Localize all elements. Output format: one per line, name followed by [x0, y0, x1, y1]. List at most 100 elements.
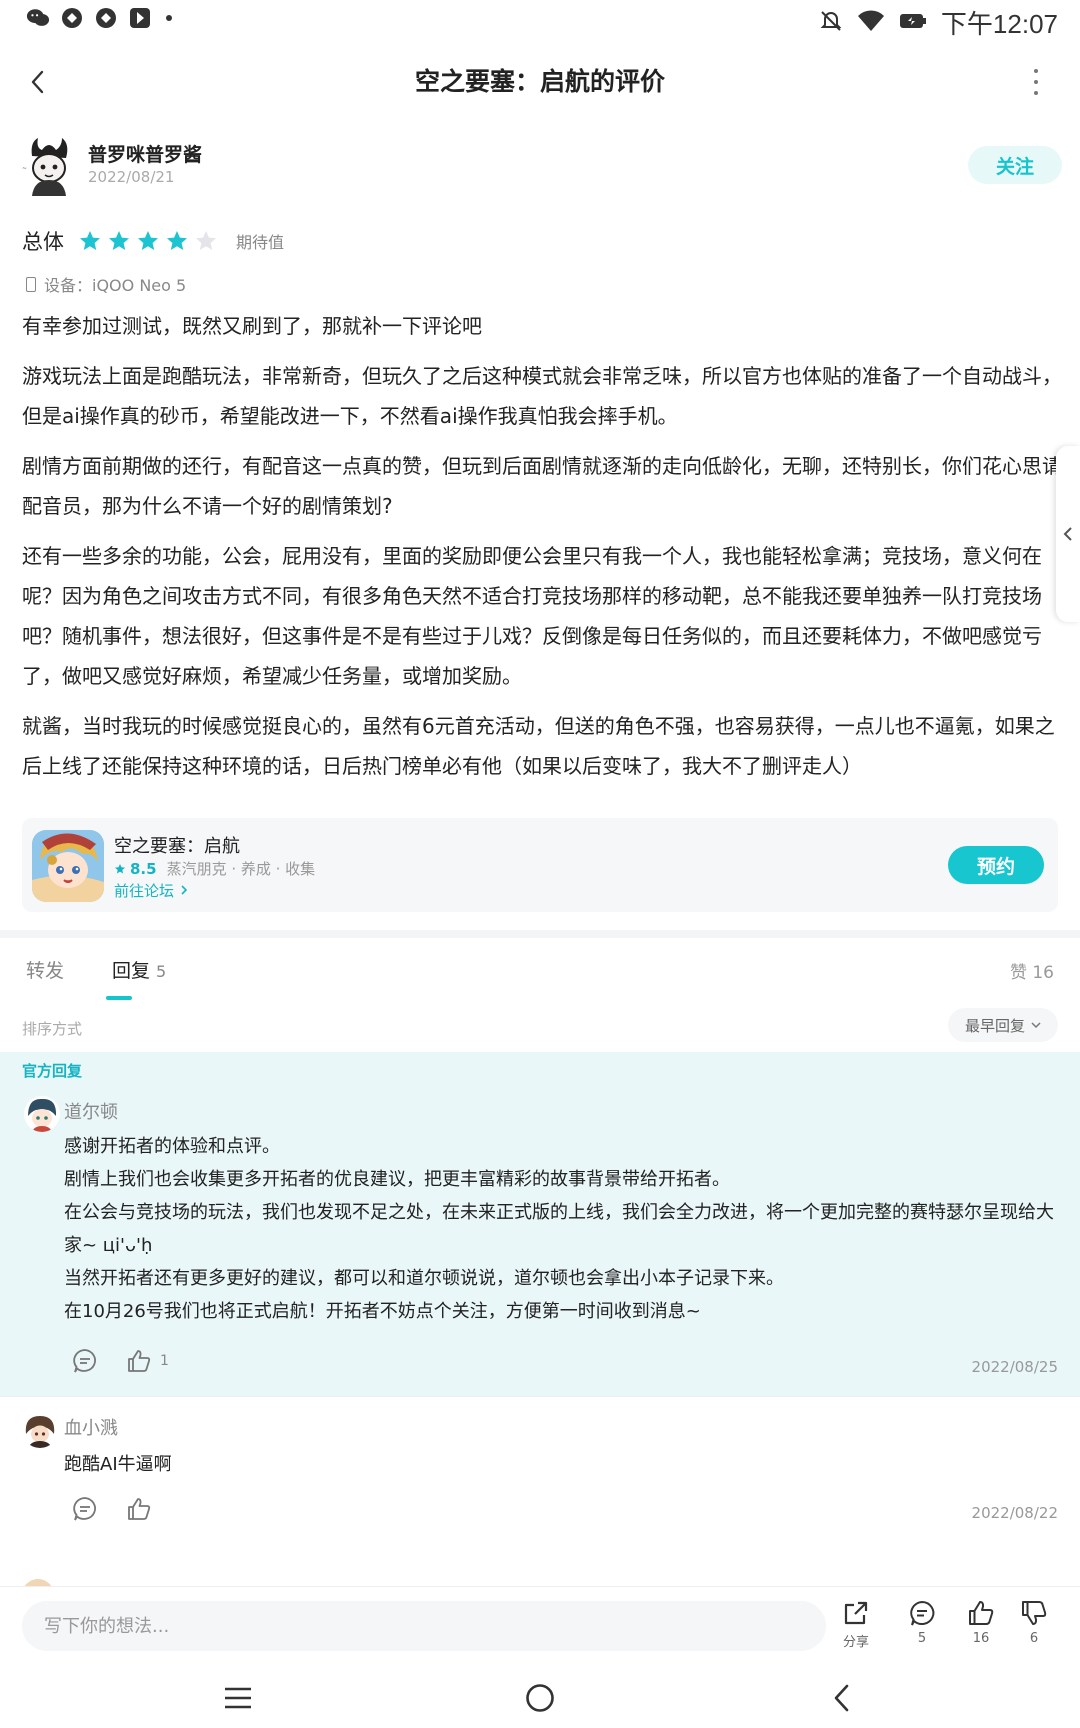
system-icons: 下午12:07 [819, 4, 1058, 41]
svg-text:~: ~ [22, 165, 27, 172]
device-text: 设备：iQOO Neo 5 [44, 276, 187, 295]
reply-content: 感谢开拓者的体验和点评。 剧情上我们也会收集更多开拓者的优良建议，把更丰富精彩的… [64, 1130, 1060, 1328]
comment-count-button[interactable]: 5 [896, 1599, 948, 1646]
game-tags: 蒸汽朋克 · 养成 · 收集 [166, 860, 316, 878]
star-filled-icon [167, 231, 187, 250]
game-icon[interactable] [32, 830, 104, 902]
share-icon [844, 1601, 868, 1625]
active-tab-indicator [106, 996, 132, 1000]
chevron-down-icon [1031, 1022, 1041, 1029]
battery-icon [899, 12, 927, 34]
next-reply-avatar-partial [22, 1574, 62, 1586]
like-count: 16 [972, 1631, 990, 1646]
rating-tag: 期待值 [236, 233, 285, 252]
review-paragraph: 就酱，当时我玩的时候感觉挺良心的，虽然有6元首充活动，但送的角色不强，也容易获得… [22, 714, 1055, 778]
sort-label: 排序方式 [22, 1020, 83, 1038]
author-name[interactable]: 普罗咪普罗酱 [88, 140, 202, 167]
sort-dropdown[interactable]: 最早回复 [948, 1008, 1058, 1042]
replier-name[interactable]: 血小溅 [64, 1414, 118, 1440]
like-button[interactable]: 1 [126, 1348, 169, 1374]
app-notification-icon [128, 6, 152, 30]
reserve-button[interactable]: 预约 [948, 846, 1044, 884]
game-score: 8.5 [130, 859, 157, 878]
system-navigation-bar [0, 1666, 1080, 1728]
side-panel-handle[interactable] [1056, 446, 1080, 622]
thumbs-down-icon [1022, 1601, 1047, 1625]
reply-tabs: 转发 回复 5 赞 16 [0, 950, 1080, 1000]
reply-line: 在公会与竞技场的玩法，我们也发现不足之处，在未来正式版的上线，我们会全力改进，将… [64, 1202, 1054, 1256]
more-options-button[interactable] [1014, 60, 1058, 104]
star-rating [78, 229, 218, 253]
status-bar: 下午12:07 [0, 0, 1080, 40]
tab-repost[interactable]: 转发 [26, 956, 64, 983]
rating-row: 总体 期待值 [22, 226, 284, 256]
more-dots-icon [1034, 69, 1038, 73]
game-card[interactable]: 空之要塞：启航 8.5 蒸汽朋克 · 养成 · 收集 前往论坛 预约 [22, 818, 1058, 912]
reply-actions [72, 1496, 152, 1522]
share-label: 分享 [842, 1635, 869, 1650]
reply-date: 2022/08/25 [971, 1358, 1058, 1376]
wifi-icon [857, 9, 885, 37]
menu-button[interactable] [216, 1676, 260, 1720]
official-reply-tag: 官方回复 [22, 1062, 83, 1080]
comment-input[interactable] [22, 1601, 826, 1651]
more-notifications-dot [166, 15, 172, 21]
reply-date: 2022/08/22 [971, 1504, 1058, 1522]
share-button[interactable]: 分享 [830, 1599, 882, 1650]
mute-icon [819, 9, 843, 37]
sort-value: 最早回复 [964, 1016, 1025, 1035]
forum-link[interactable]: 前往论坛 [114, 880, 189, 901]
comment-icon [73, 1349, 96, 1373]
like-count: 1 [160, 1353, 169, 1369]
nav-back-button[interactable] [820, 1676, 864, 1720]
thumbs-up-icon [128, 1350, 151, 1372]
device-info: 设备：iQOO Neo 5 [26, 272, 186, 296]
bottom-action-bar: 分享 5 16 6 [0, 1586, 1080, 1666]
tab-replies-count: 5 [156, 962, 167, 981]
replier-name[interactable]: 道尔顿 [64, 1098, 118, 1124]
reply-line: 剧情上我们也会收集更多开拓者的优良建议，把更丰富精彩的故事背景带给开拓者。 [64, 1169, 730, 1190]
replier-avatar[interactable] [22, 1412, 58, 1448]
follow-button[interactable]: 关注 [968, 146, 1062, 184]
thumbs-up-icon [128, 1498, 151, 1520]
tab-likes[interactable]: 赞 16 [1010, 958, 1054, 983]
reply-divider [0, 1396, 1080, 1397]
app-notification-icon [60, 6, 84, 30]
clock: 下午12:07 [940, 9, 1058, 39]
reply-line: 感谢开拓者的体验和点评。 [64, 1136, 280, 1157]
comment-button[interactable] [72, 1348, 98, 1374]
dislike-count-button[interactable]: 6 [1008, 1599, 1060, 1646]
thumbs-up-icon [969, 1601, 994, 1625]
review-paragraph: 游戏玩法上面是跑酷玩法，非常新奇，但玩久了之后这种模式就会非常乏味，所以官方也体… [22, 364, 1062, 428]
top-bar: 空之要塞：启航的评价 [0, 52, 1080, 112]
comment-icon [910, 1600, 935, 1626]
review-author: ~ 普罗咪普罗酱 2022/08/21 关注 [22, 136, 1062, 200]
comment-button[interactable] [72, 1496, 98, 1522]
like-button[interactable] [126, 1496, 152, 1522]
chevron-left-icon [1063, 527, 1072, 541]
review-paragraph: 剧情方面前期做的还行，有配音这一点真的赞，但玩到后面剧情就逐渐的走向低龄化，无聊… [22, 454, 1062, 518]
home-button[interactable] [518, 1676, 562, 1720]
star-icon [115, 863, 125, 873]
comment-icon [73, 1497, 96, 1521]
like-count-button[interactable]: 16 [955, 1599, 1007, 1646]
reply-line: 在10月26号我们也将正式启航！开拓者不妨点个关注，方便第一时间收到消息~ [64, 1301, 701, 1322]
tab-replies[interactable]: 回复 5 [112, 956, 166, 983]
review-body: 有幸参加过测试，既然又刷到了，那就补一下评论吧 游戏玩法上面是跑酷玩法，非常新奇… [22, 306, 1062, 796]
notification-icons [26, 6, 172, 30]
star-filled-icon [109, 231, 129, 250]
star-filled-icon [138, 231, 158, 250]
game-name[interactable]: 空之要塞：启航 [114, 832, 240, 858]
dislike-count: 6 [1029, 1631, 1039, 1646]
reply-content: 跑酷AI牛逼啊 [64, 1454, 172, 1475]
replier-avatar[interactable] [24, 1096, 60, 1132]
home-circle-icon [526, 1684, 554, 1712]
game-meta: 8.5 蒸汽朋克 · 养成 · 收集 [114, 858, 315, 879]
review-date: 2022/08/21 [88, 168, 175, 186]
star-filled-icon [80, 231, 100, 250]
menu-icon [225, 1687, 251, 1709]
tab-replies-label: 回复 [112, 960, 151, 982]
author-avatar[interactable]: ~ [22, 136, 76, 196]
review-paragraph: 有幸参加过测试，既然又刷到了，那就补一下评论吧 [22, 314, 482, 338]
review-paragraph: 还有一些多余的功能，公会，屁用没有，里面的奖励即便公会里只有我一个人，我也能轻松… [22, 544, 1042, 688]
